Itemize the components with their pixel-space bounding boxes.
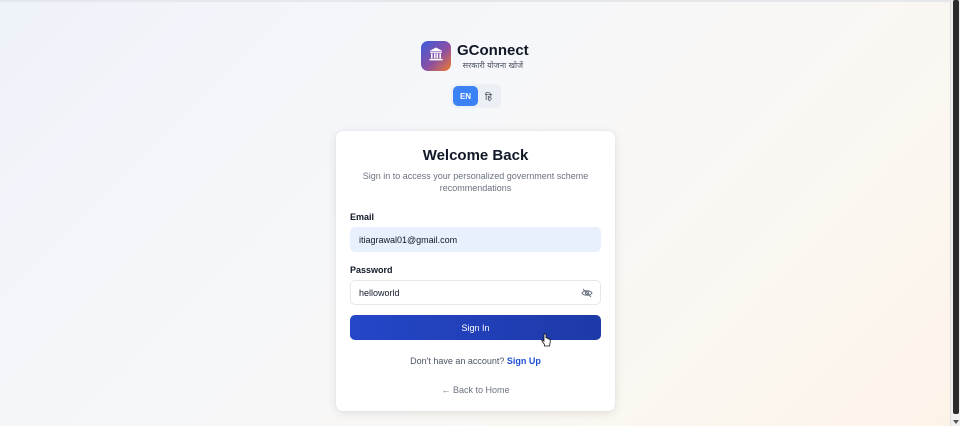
language-switcher: EN हि <box>451 84 501 108</box>
email-field[interactable] <box>350 227 601 252</box>
language-option-hi[interactable]: हि <box>478 86 499 106</box>
brand-subtitle: सरकारी योजना खोजें <box>462 60 524 70</box>
password-label: Password <box>350 265 393 275</box>
login-subtitle: Sign in to access your personalized gove… <box>362 171 589 193</box>
signup-prompt: Don't have an account? Sign Up <box>336 356 615 366</box>
signup-prompt-text: Don't have an account? <box>410 356 505 366</box>
back-to-home-link[interactable]: ← Back to Home <box>336 385 615 395</box>
scroll-down-icon[interactable] <box>953 420 959 424</box>
password-field[interactable] <box>350 280 601 305</box>
browser-top-border <box>0 0 950 2</box>
eye-off-icon[interactable] <box>580 286 594 300</box>
sign-in-button[interactable]: Sign In <box>350 315 601 340</box>
bank-icon <box>428 46 444 67</box>
page-scrollbar[interactable] <box>950 0 960 426</box>
sign-up-link[interactable]: Sign Up <box>507 356 541 366</box>
brand-title: GConnect <box>457 41 529 59</box>
email-label: Email <box>350 212 375 222</box>
language-option-en[interactable]: EN <box>453 86 478 106</box>
brand-header: GConnect सरकारी योजना खोजें <box>421 41 529 71</box>
hand-cursor-icon <box>541 333 551 347</box>
login-card: Welcome Back Sign in to access your pers… <box>336 131 615 411</box>
login-title: Welcome Back <box>422 147 529 164</box>
scrollbar-thumb[interactable] <box>953 0 959 414</box>
brand-logo <box>421 41 451 71</box>
